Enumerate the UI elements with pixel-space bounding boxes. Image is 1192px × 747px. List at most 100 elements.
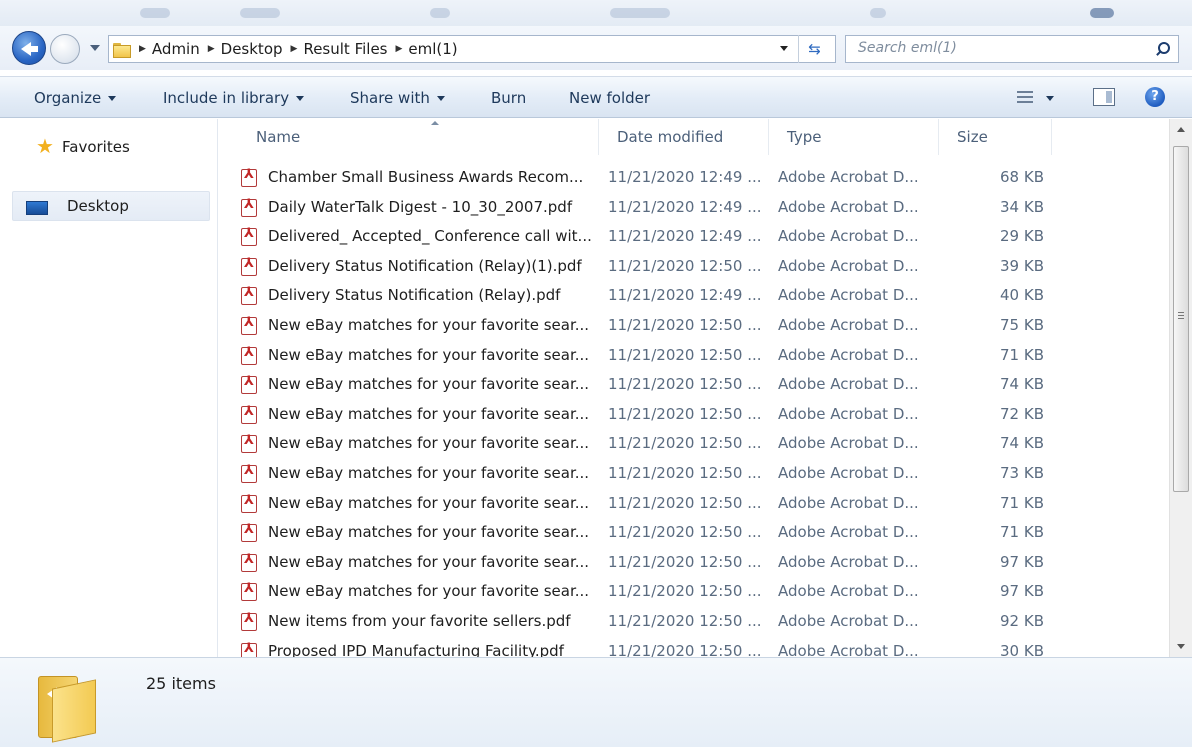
file-type: Adobe Acrobat D... xyxy=(778,552,919,571)
help-icon[interactable]: ? xyxy=(1145,87,1165,107)
breadcrumb-result-files[interactable]: Result Files xyxy=(303,40,387,58)
share-with-button[interactable]: Share with xyxy=(350,77,445,119)
scroll-up-icon[interactable] xyxy=(1177,127,1185,132)
refresh-icon[interactable]: ⇆ xyxy=(798,35,830,63)
file-name: New eBay matches for your favorite sear.… xyxy=(268,493,590,512)
file-type: Adobe Acrobat D... xyxy=(778,523,919,542)
file-row[interactable]: Delivery Status Notification (Relay)(1).… xyxy=(239,252,1059,282)
file-row[interactable]: New eBay matches for your favorite sear.… xyxy=(239,341,1059,371)
search-input[interactable] xyxy=(858,40,1138,56)
file-date-modified: 11/21/2020 12:50 ... xyxy=(608,552,762,571)
file-type: Adobe Acrobat D... xyxy=(778,286,919,305)
organize-button[interactable]: Organize xyxy=(34,77,117,119)
scrollbar-thumb[interactable] xyxy=(1173,146,1189,492)
file-type: Adobe Acrobat D... xyxy=(778,612,919,630)
file-type: Adobe Acrobat D... xyxy=(778,641,919,657)
column-header-size[interactable]: Size xyxy=(939,119,1052,155)
column-header-label: Name xyxy=(256,128,301,146)
search-icon[interactable] xyxy=(1156,42,1170,56)
column-header-date[interactable]: Date modified xyxy=(599,119,769,155)
command-bar: Organize Include in library Share with B… xyxy=(0,76,1192,118)
file-row[interactable]: New eBay matches for your favorite sear.… xyxy=(239,577,1059,607)
file-row[interactable]: New eBay matches for your favorite sear.… xyxy=(239,548,1059,578)
forward-button[interactable] xyxy=(50,34,80,64)
include-in-library-button[interactable]: Include in library xyxy=(163,77,305,119)
file-date-modified: 11/21/2020 12:50 ... xyxy=(608,434,762,453)
file-size: 30 KB xyxy=(1000,641,1044,657)
file-row[interactable]: New eBay matches for your favorite sear.… xyxy=(239,518,1059,548)
file-type: Adobe Acrobat D... xyxy=(778,582,919,601)
vertical-scrollbar[interactable] xyxy=(1169,119,1192,657)
view-options-dropdown-icon[interactable] xyxy=(1046,96,1054,101)
file-size: 68 KB xyxy=(1000,168,1044,186)
file-type: Adobe Acrobat D... xyxy=(778,197,919,216)
scroll-down-icon[interactable] xyxy=(1177,644,1185,649)
recent-pages-dropdown[interactable] xyxy=(90,45,100,51)
file-name: New items from your favorite sellers.pdf xyxy=(268,612,571,630)
file-row[interactable]: New eBay matches for your favorite sear.… xyxy=(239,459,1059,489)
chevron-down-icon xyxy=(436,95,445,101)
file-size: 71 KB xyxy=(1000,523,1044,542)
file-list: Name Date modified Type Size Chamber Sma… xyxy=(219,119,1169,657)
file-row[interactable]: New eBay matches for your favorite sear.… xyxy=(239,400,1059,430)
file-type: Adobe Acrobat D... xyxy=(778,404,919,423)
file-date-modified: 11/21/2020 12:50 ... xyxy=(608,345,762,364)
new-folder-button[interactable]: New folder xyxy=(569,77,650,119)
file-row[interactable]: Delivered_ Accepted_ Conference call wit… xyxy=(239,222,1059,252)
file-type: Adobe Acrobat D... xyxy=(778,434,919,453)
file-row[interactable]: New eBay matches for your favorite sear.… xyxy=(239,311,1059,341)
file-row[interactable]: Proposed IPD Manufacturing Facility.pdf 1… xyxy=(239,637,1059,657)
breadcrumb-separator-icon[interactable]: ▶ xyxy=(208,44,215,54)
pdf-icon xyxy=(241,256,257,276)
file-size: 71 KB xyxy=(1000,493,1044,512)
file-name: New eBay matches for your favorite sear.… xyxy=(268,375,590,394)
address-bar[interactable]: ▶ Admin ▶ Desktop ▶ Result Files ▶ eml(1… xyxy=(108,35,836,63)
file-size: 97 KB xyxy=(1000,582,1044,601)
folder-icon xyxy=(38,672,96,743)
file-row[interactable]: New eBay matches for your favorite sear.… xyxy=(239,429,1059,459)
file-row[interactable]: New items from your favorite sellers.pdf… xyxy=(239,607,1059,637)
file-size: 39 KB xyxy=(1000,256,1044,275)
file-name: Proposed IPD Manufacturing Facility.pdf xyxy=(268,641,564,657)
breadcrumb-eml1[interactable]: eml(1) xyxy=(408,40,457,58)
grip-icon xyxy=(1178,312,1184,313)
column-header-name[interactable]: Name xyxy=(238,119,599,155)
nav-item-favorites[interactable]: Favorites xyxy=(36,132,130,162)
pdf-icon xyxy=(241,641,257,657)
file-name: Daily WaterTalk Digest - 10_30_2007.pdf xyxy=(268,197,573,216)
file-row[interactable]: New eBay matches for your favorite sear.… xyxy=(239,370,1059,400)
pdf-icon xyxy=(241,404,257,424)
file-date-modified: 11/21/2020 12:49 ... xyxy=(608,168,762,186)
breadcrumb-desktop[interactable]: Desktop xyxy=(221,40,283,58)
pdf-icon xyxy=(241,374,257,395)
file-type: Adobe Acrobat D... xyxy=(778,464,919,482)
file-row[interactable]: Daily WaterTalk Digest - 10_30_2007.pdf 1… xyxy=(239,193,1059,223)
share-with-label: Share with xyxy=(350,89,430,107)
file-date-modified: 11/21/2020 12:49 ... xyxy=(608,197,762,216)
breadcrumb-separator-icon[interactable]: ▶ xyxy=(139,44,146,54)
desktop-icon xyxy=(26,201,48,215)
address-dropdown-icon[interactable] xyxy=(780,46,788,51)
pdf-icon xyxy=(241,581,257,602)
chevron-down-icon xyxy=(108,95,117,101)
breadcrumb-admin[interactable]: Admin xyxy=(152,40,200,58)
include-in-library-label: Include in library xyxy=(163,89,290,107)
preview-pane-icon[interactable] xyxy=(1093,88,1115,106)
breadcrumb-separator-icon[interactable]: ▶ xyxy=(395,44,402,54)
pdf-icon xyxy=(241,552,257,572)
file-row[interactable]: Chamber Small Business Awards Recom... 11… xyxy=(239,163,1059,193)
back-button[interactable] xyxy=(12,31,46,65)
pdf-icon xyxy=(241,167,257,187)
file-name: Delivery Status Notification (Relay).pdf xyxy=(268,286,561,305)
file-name: New eBay matches for your favorite sear.… xyxy=(268,582,590,601)
column-header-type[interactable]: Type xyxy=(769,119,939,155)
file-row[interactable]: Delivery Status Notification (Relay).pdf… xyxy=(239,281,1059,311)
sort-ascending-icon xyxy=(431,121,439,125)
file-date-modified: 11/21/2020 12:50 ... xyxy=(608,641,762,657)
change-view-icon[interactable] xyxy=(1017,90,1033,104)
pdf-icon xyxy=(241,463,257,483)
file-size: 92 KB xyxy=(1000,612,1044,630)
file-row[interactable]: New eBay matches for your favorite sear.… xyxy=(239,489,1059,519)
breadcrumb-separator-icon[interactable]: ▶ xyxy=(291,44,298,54)
burn-button[interactable]: Burn xyxy=(491,77,526,119)
